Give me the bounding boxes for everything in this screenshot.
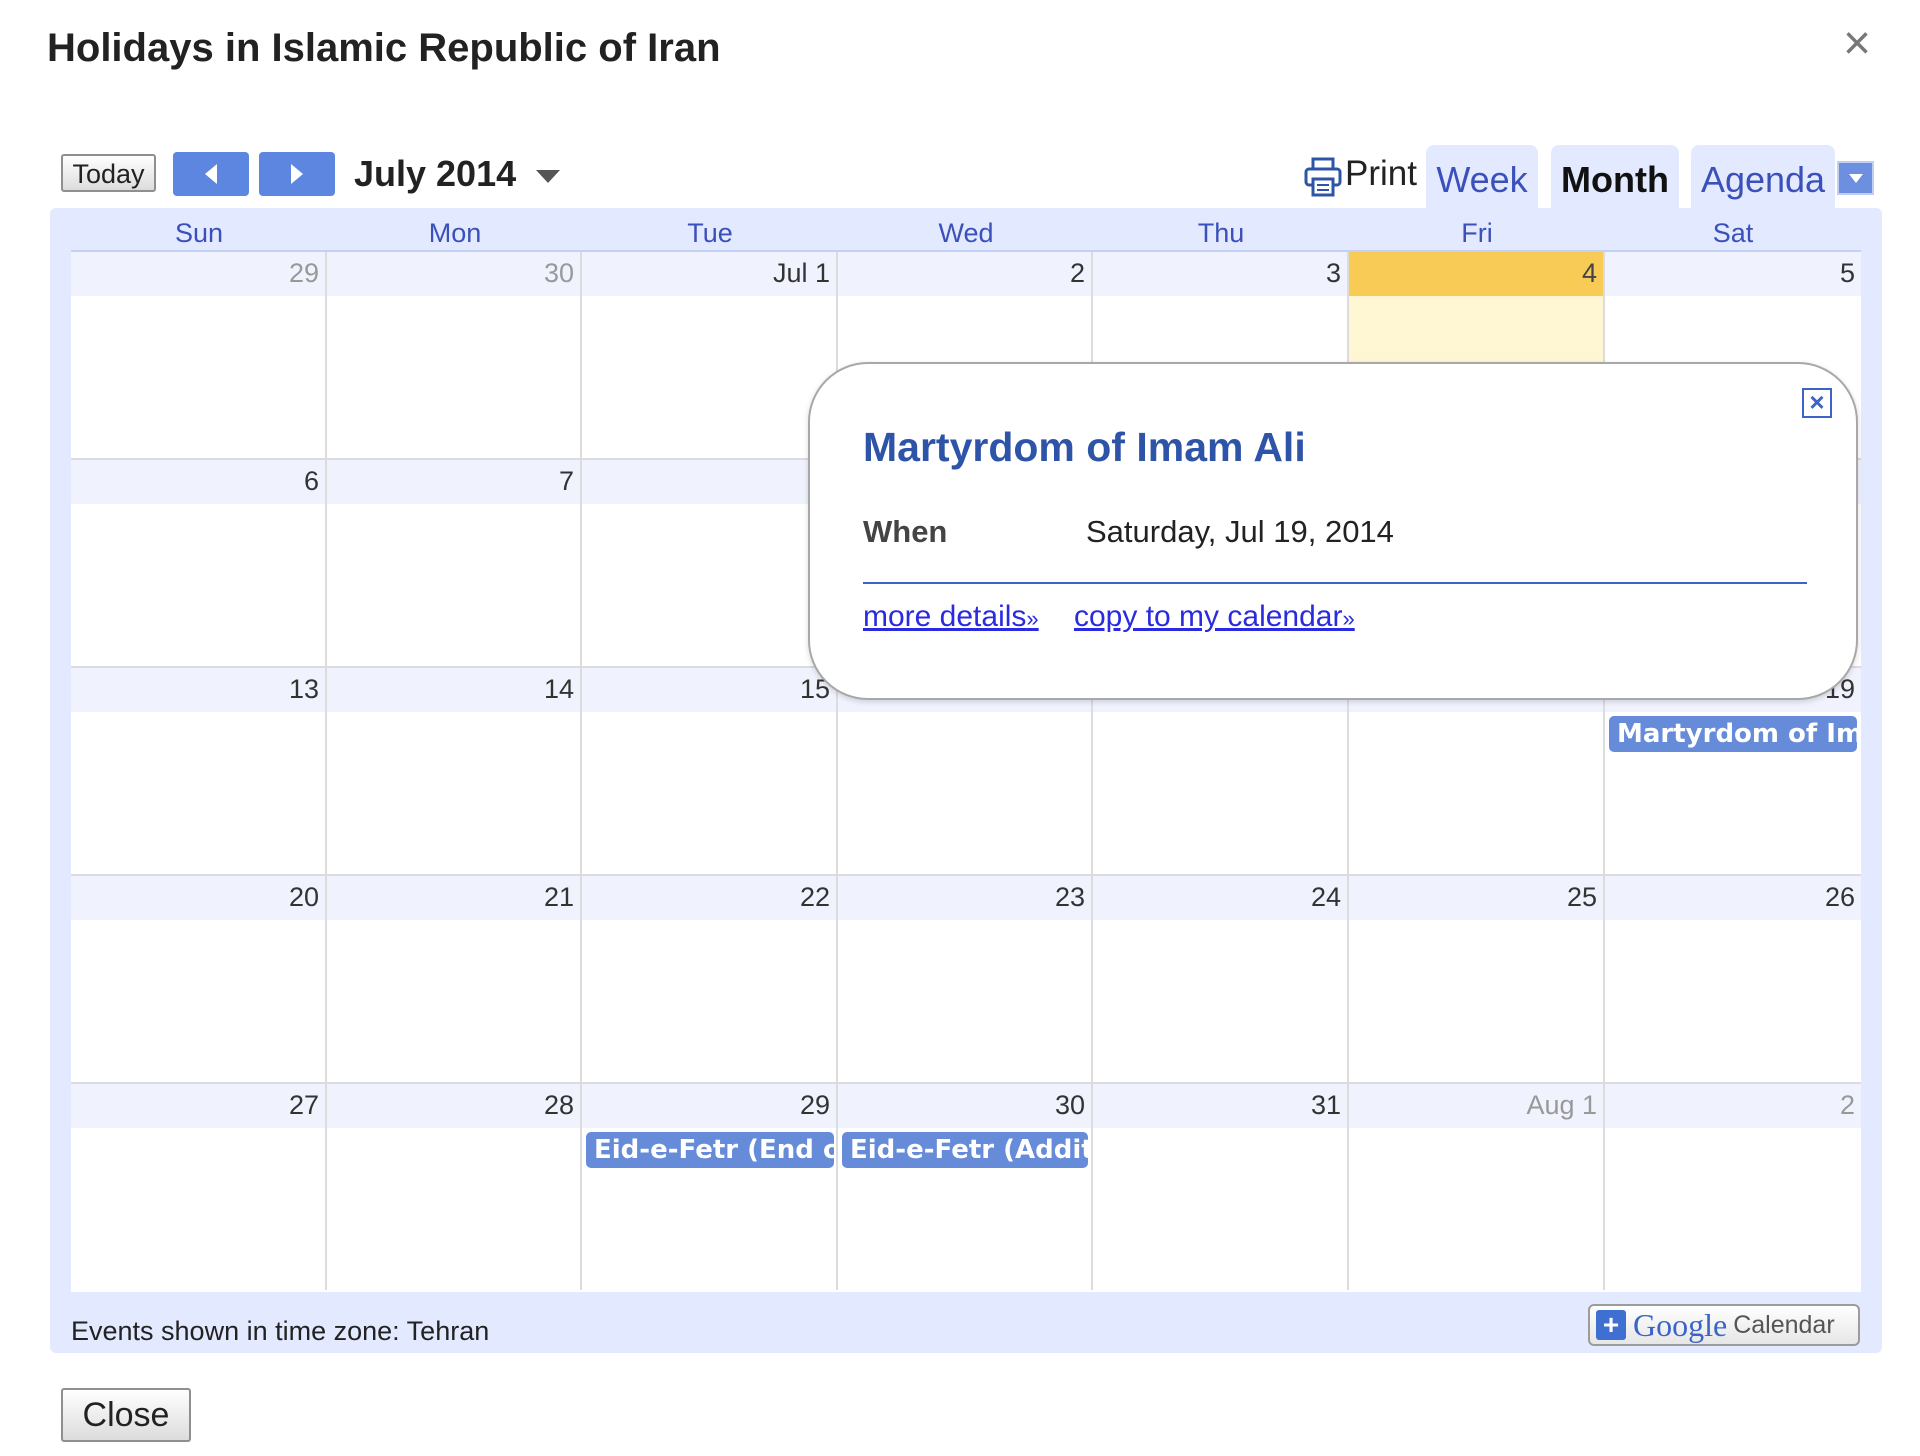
date-number[interactable]: 7: [327, 460, 580, 504]
tab-week[interactable]: Week: [1426, 145, 1538, 209]
day-cell[interactable]: Jul 1: [582, 252, 838, 458]
day-cell[interactable]: 28: [327, 1084, 582, 1290]
dow-thu: Thu: [1197, 218, 1245, 248]
date-number[interactable]: Jul 1: [582, 252, 836, 296]
day-cell[interactable]: 7: [327, 460, 582, 666]
dow-fri: Fri: [1461, 218, 1493, 248]
google-logo: Google: [1633, 1306, 1728, 1343]
dialog-title: Holidays in Islamic Republic of Iran: [47, 26, 721, 70]
day-cell[interactable]: 14: [327, 668, 582, 874]
date-number[interactable]: 31: [1093, 1084, 1347, 1128]
caret-down-icon: [1848, 173, 1863, 183]
day-cell[interactable]: 31: [1093, 1084, 1349, 1290]
more-details-label: more details: [863, 600, 1027, 633]
copy-to-calendar-label: copy to my calendar: [1074, 600, 1343, 633]
day-cell[interactable]: 23: [838, 876, 1093, 1082]
caret-down-icon[interactable]: [536, 170, 560, 183]
plus-icon: +: [1596, 1310, 1626, 1340]
date-number[interactable]: Aug 1: [1349, 1084, 1603, 1128]
date-number[interactable]: 26: [1605, 876, 1861, 920]
week-row: 20 21 22 23 24 25 26: [71, 876, 1861, 1084]
day-cell[interactable]: 22: [582, 876, 838, 1082]
date-number[interactable]: 2: [838, 252, 1091, 296]
day-cell[interactable]: 29 Eid-e-Fetr (End of Ramadan): [582, 1084, 838, 1290]
day-cell[interactable]: 2: [1605, 1084, 1861, 1290]
date-number[interactable]: 29: [71, 252, 325, 296]
tab-agenda[interactable]: Agenda: [1691, 145, 1835, 209]
day-cell[interactable]: 24: [1093, 876, 1349, 1082]
dow-tue: Tue: [687, 218, 733, 248]
tab-month[interactable]: Month: [1551, 145, 1679, 209]
close-button[interactable]: Close: [61, 1388, 191, 1442]
date-number[interactable]: 20: [71, 876, 325, 920]
prev-button[interactable]: [173, 152, 249, 196]
dow-mon: Mon: [428, 218, 482, 248]
date-number[interactable]: 5: [1605, 252, 1861, 296]
close-box-icon[interactable]: ×: [1802, 388, 1832, 418]
date-number[interactable]: 21: [327, 876, 580, 920]
view-menu-button[interactable]: [1837, 161, 1874, 195]
add-to-google-calendar-button[interactable]: + Google Calendar: [1588, 1304, 1860, 1346]
day-cell[interactable]: 15: [582, 668, 838, 874]
event-chip-eid-end[interactable]: Eid-e-Fetr (End of Ramadan): [586, 1132, 834, 1168]
date-number[interactable]: 13: [71, 668, 325, 712]
chevron-right-icon: [291, 164, 303, 184]
date-number[interactable]: 3: [1093, 252, 1347, 296]
date-number[interactable]: 14: [327, 668, 580, 712]
day-cell[interactable]: 30: [327, 252, 582, 458]
event-title: Martyrdom of Imam Ali: [863, 424, 1306, 470]
date-number[interactable]: 30: [838, 1084, 1091, 1128]
copy-to-calendar-link[interactable]: copy to my calendar»: [1074, 600, 1355, 634]
week-row: 27 28 29 Eid-e-Fetr (End of Ramadan) 30 …: [71, 1084, 1861, 1292]
date-number[interactable]: 2: [1605, 1084, 1861, 1128]
day-cell[interactable]: 8: [582, 460, 838, 666]
date-number[interactable]: 23: [838, 876, 1091, 920]
next-button[interactable]: [259, 152, 335, 196]
close-icon[interactable]: ×: [1843, 20, 1871, 68]
date-number[interactable]: 29: [582, 1084, 836, 1128]
date-number[interactable]: 15: [582, 668, 836, 712]
event-popup: × Martyrdom of Imam Ali When Saturday, J…: [808, 362, 1858, 700]
date-number-today[interactable]: 4: [1349, 252, 1603, 296]
current-month-label: July 2014: [354, 153, 517, 194]
date-number[interactable]: 8: [582, 460, 836, 504]
event-chip-martyrdom[interactable]: Martyrdom of Imam Ali: [1609, 716, 1857, 752]
day-cell[interactable]: 25: [1349, 876, 1605, 1082]
today-button[interactable]: Today: [61, 154, 156, 192]
day-cell[interactable]: 6: [71, 460, 327, 666]
day-cell[interactable]: 27: [71, 1084, 327, 1290]
print-link[interactable]: Print: [1345, 152, 1417, 196]
date-number[interactable]: 25: [1349, 876, 1603, 920]
date-number[interactable]: 22: [582, 876, 836, 920]
chevron-left-icon: [205, 164, 217, 184]
more-details-link[interactable]: more details»: [863, 600, 1039, 634]
event-chip-eid-additional[interactable]: Eid-e-Fetr (Additional Holiday): [842, 1132, 1088, 1168]
raquo: »: [1026, 606, 1039, 631]
day-cell[interactable]: 26: [1605, 876, 1861, 1082]
dow-sat: Sat: [1712, 218, 1754, 248]
raquo: »: [1342, 606, 1355, 631]
printer-icon[interactable]: [1303, 156, 1343, 198]
day-cell[interactable]: 30 Eid-e-Fetr (Additional Holiday): [838, 1084, 1093, 1290]
timezone-note: Events shown in time zone: Tehran: [71, 1316, 490, 1346]
date-number[interactable]: 6: [71, 460, 325, 504]
date-number[interactable]: 24: [1093, 876, 1347, 920]
day-cell[interactable]: Aug 1: [1349, 1084, 1605, 1290]
date-number[interactable]: 28: [327, 1084, 580, 1128]
divider: [863, 582, 1807, 584]
day-of-week-header: Sun Mon Tue Wed Thu Fri Sat: [71, 217, 1861, 249]
date-number[interactable]: 30: [327, 252, 580, 296]
day-cell[interactable]: 20: [71, 876, 327, 1082]
date-number[interactable]: 27: [71, 1084, 325, 1128]
day-cell[interactable]: 21: [327, 876, 582, 1082]
when-value: Saturday, Jul 19, 2014: [1086, 514, 1394, 549]
when-label: When: [863, 514, 948, 549]
day-cell[interactable]: 29: [71, 252, 327, 458]
dow-sun: Sun: [174, 218, 224, 248]
dow-wed: Wed: [938, 218, 994, 248]
day-cell[interactable]: 13: [71, 668, 327, 874]
calendar-wordmark: Calendar: [1733, 1310, 1835, 1339]
